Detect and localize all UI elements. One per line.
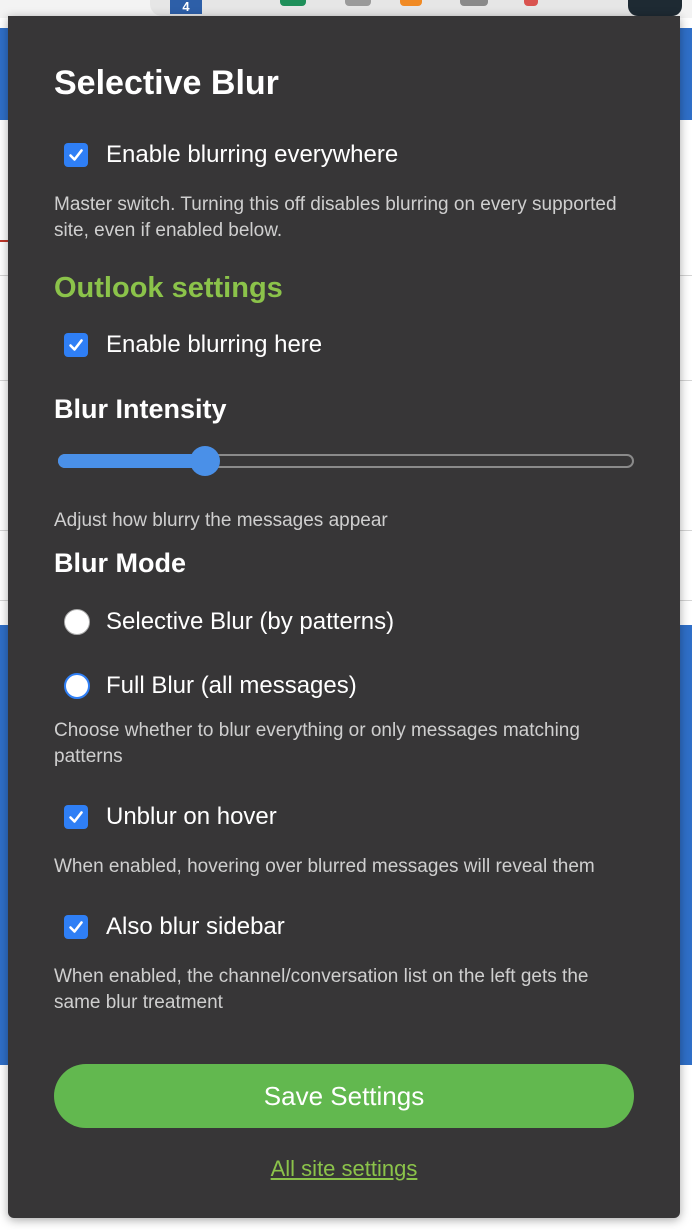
master-switch-help: Master switch. Turning this off disables… <box>54 194 617 241</box>
checkmark-icon <box>69 149 83 161</box>
blur-mode-help: Choose whether to blur everything or onl… <box>54 720 580 767</box>
selective-blur-radio[interactable] <box>64 609 90 635</box>
extension-icon[interactable] <box>280 0 306 6</box>
enable-everywhere-row[interactable]: Enable blurring everywhere <box>64 140 398 170</box>
enable-everywhere-label: Enable blurring everywhere <box>106 141 399 168</box>
unblur-hover-help: When enabled, hovering over blurred mess… <box>54 856 595 877</box>
enable-here-checkbox[interactable] <box>64 333 88 357</box>
blur-intensity-slider[interactable] <box>58 446 638 476</box>
popup-title: Selective Blur <box>54 64 279 102</box>
blur-intensity-title: Blur Intensity <box>54 394 227 424</box>
checkmark-icon <box>69 811 83 823</box>
blur-sidebar-checkbox[interactable] <box>64 915 88 939</box>
unblur-hover-checkbox[interactable] <box>64 805 88 829</box>
slider-thumb[interactable] <box>190 446 220 476</box>
blur-intensity-help: Adjust how blurry the messages appear <box>54 510 388 531</box>
full-blur-label: Full Blur (all messages) <box>106 672 357 699</box>
mode-option-full[interactable]: Full Blur (all messages) <box>64 670 357 702</box>
outlook-settings-title: Outlook settings <box>54 272 283 304</box>
selective-blur-popup: Selective Blur Enable blurring everywher… <box>8 16 680 1218</box>
divider <box>0 240 8 242</box>
enable-everywhere-checkbox[interactable] <box>64 143 88 167</box>
extension-icon[interactable] <box>460 0 488 6</box>
extension-icon[interactable] <box>524 0 538 6</box>
enable-here-row[interactable]: Enable blurring here <box>64 330 322 360</box>
selective-blur-extension-icon[interactable] <box>628 0 682 16</box>
full-blur-radio[interactable] <box>64 673 90 699</box>
extension-icon[interactable] <box>345 0 371 6</box>
selective-blur-label: Selective Blur (by patterns) <box>106 608 395 635</box>
extension-badge[interactable]: 4 <box>170 0 202 14</box>
blur-sidebar-help: When enabled, the channel/conversation l… <box>54 966 589 1013</box>
checkmark-icon <box>69 339 83 351</box>
enable-here-label: Enable blurring here <box>106 331 323 358</box>
checkmark-icon <box>69 921 83 933</box>
all-site-settings-link[interactable]: All site settings <box>54 1156 634 1182</box>
extension-icon[interactable] <box>400 0 422 6</box>
blur-mode-title: Blur Mode <box>54 548 186 578</box>
slider-fill <box>58 454 205 468</box>
blur-sidebar-label: Also blur sidebar <box>106 913 285 940</box>
blur-sidebar-row[interactable]: Also blur sidebar <box>64 912 285 942</box>
unblur-hover-row[interactable]: Unblur on hover <box>64 802 277 832</box>
unblur-hover-label: Unblur on hover <box>106 803 277 830</box>
save-settings-button[interactable]: Save Settings <box>54 1064 634 1128</box>
mode-option-selective[interactable]: Selective Blur (by patterns) <box>64 606 394 638</box>
